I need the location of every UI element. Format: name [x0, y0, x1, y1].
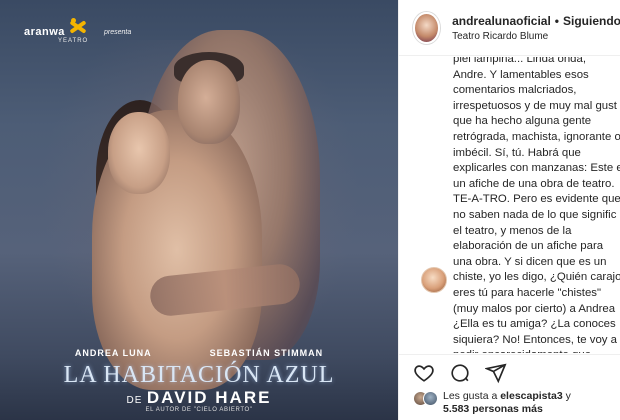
- caption-line: el teatro, y menos de la: [453, 224, 572, 237]
- separator-dot: •: [554, 13, 559, 28]
- caption-line: explicarles con manzanas: Este e: [453, 162, 620, 175]
- brand-mark-icon: [67, 16, 89, 38]
- header-row: andrealunaoficial • Siguiendo: [452, 14, 620, 28]
- caption-line: una obra. Y si dicen que es un: [453, 255, 607, 268]
- caption-line: TE-A-TRO. Pero es evidente que: [453, 193, 620, 206]
- man-head: [178, 60, 240, 144]
- following-button[interactable]: Siguiendo: [563, 14, 620, 28]
- liker-avatar: [423, 391, 438, 406]
- caption-line: un afiche de una obra de teatro.: [453, 177, 615, 190]
- actor-1: ANDREA LUNA: [74, 348, 152, 358]
- likes-user-link[interactable]: elescapista3: [500, 390, 562, 402]
- play-title: LA HABITACIÓN AZUL: [63, 362, 335, 388]
- avatar[interactable]: [413, 11, 441, 44]
- caption-line: chiste, yo les digo, ¿Quién carajo: [453, 271, 620, 284]
- author-prefix: DE: [126, 395, 143, 406]
- caption-line: Andre. Y lamentables esos: [453, 68, 589, 81]
- author-name: DAVID HARE: [146, 388, 272, 407]
- comments-scroll[interactable]: piel lampiña... Linda onda, Andre. Y lame…: [399, 57, 620, 353]
- share-icon[interactable]: [485, 362, 507, 384]
- likes-text: Les gusta a elescapista3 y 5.583 persona…: [443, 390, 571, 416]
- action-bar: [399, 354, 620, 390]
- likes-count-link[interactable]: 5.583 personas más: [443, 403, 543, 415]
- caption-line: elaboración de un afiche para: [453, 240, 604, 253]
- caption-line: imbécil. Sí, tú. Habrá que: [453, 146, 581, 159]
- post-header: andrealunaoficial • Siguiendo Teatro Ric…: [399, 0, 620, 56]
- commenter-avatar[interactable]: [421, 267, 447, 293]
- caption-line: (muy malos por cierto) a Andrea: [453, 302, 616, 315]
- caption-line: comentarios malcriados,: [453, 84, 577, 97]
- liker-avatars: [413, 391, 439, 407]
- post-image[interactable]: aranwa YEATRO presenta ANDREA LUNA SEBAS…: [0, 0, 398, 420]
- username-link[interactable]: andrealunaoficial: [452, 14, 551, 28]
- brand-logo: aranwa YEATRO: [24, 16, 89, 44]
- caption-line: eres tú para hacerle "chistes": [453, 286, 602, 299]
- caption-line: irrespetuosos y de muy mal gust: [453, 99, 617, 112]
- location-link[interactable]: Teatro Ricardo Blume: [452, 31, 620, 42]
- caption-line: piel lampiña... Linda onda,: [453, 57, 586, 65]
- heart-icon[interactable]: [413, 362, 435, 384]
- caption-line: ¿Ella es tu amiga? ¿La conoces: [453, 318, 616, 331]
- presenta-label: presenta: [104, 29, 132, 36]
- actors-row: ANDREA LUNA SEBASTIÁN STIMMAN: [0, 348, 398, 358]
- likes-conj: y: [565, 390, 571, 402]
- post-side-panel: andrealunaoficial • Siguiendo Teatro Ric…: [398, 0, 620, 420]
- woman-head: [108, 112, 170, 194]
- caption-line: siquiera? No! Entonces, te voy a: [453, 333, 617, 346]
- caption-text: piel lampiña... Linda onda, Andre. Y lame…: [453, 57, 620, 353]
- actor-2: SEBASTIÁN STIMMAN: [209, 348, 324, 358]
- likes-row: Les gusta a elescapista3 y 5.583 persona…: [399, 390, 620, 420]
- comment-icon[interactable]: [449, 362, 471, 384]
- brand-sub: YEATRO: [58, 38, 89, 44]
- likes-prefix: Les gusta a: [443, 390, 498, 402]
- play-author: DE DAVID HARE: [0, 388, 398, 408]
- play-tagline: EL AUTOR DE "CIELO ABIERTO": [145, 407, 253, 413]
- caption-line: que ha hecho alguna gente: [453, 115, 592, 128]
- caption-line: retrógrada, machista, ignorante o: [453, 130, 620, 143]
- header-text: andrealunaoficial • Siguiendo Teatro Ric…: [452, 14, 620, 42]
- caption-line: pedir encarecidamente que: [453, 348, 620, 353]
- caption-line: no saben nada de lo que signific: [453, 208, 617, 221]
- brand-word: aranwa: [24, 26, 65, 38]
